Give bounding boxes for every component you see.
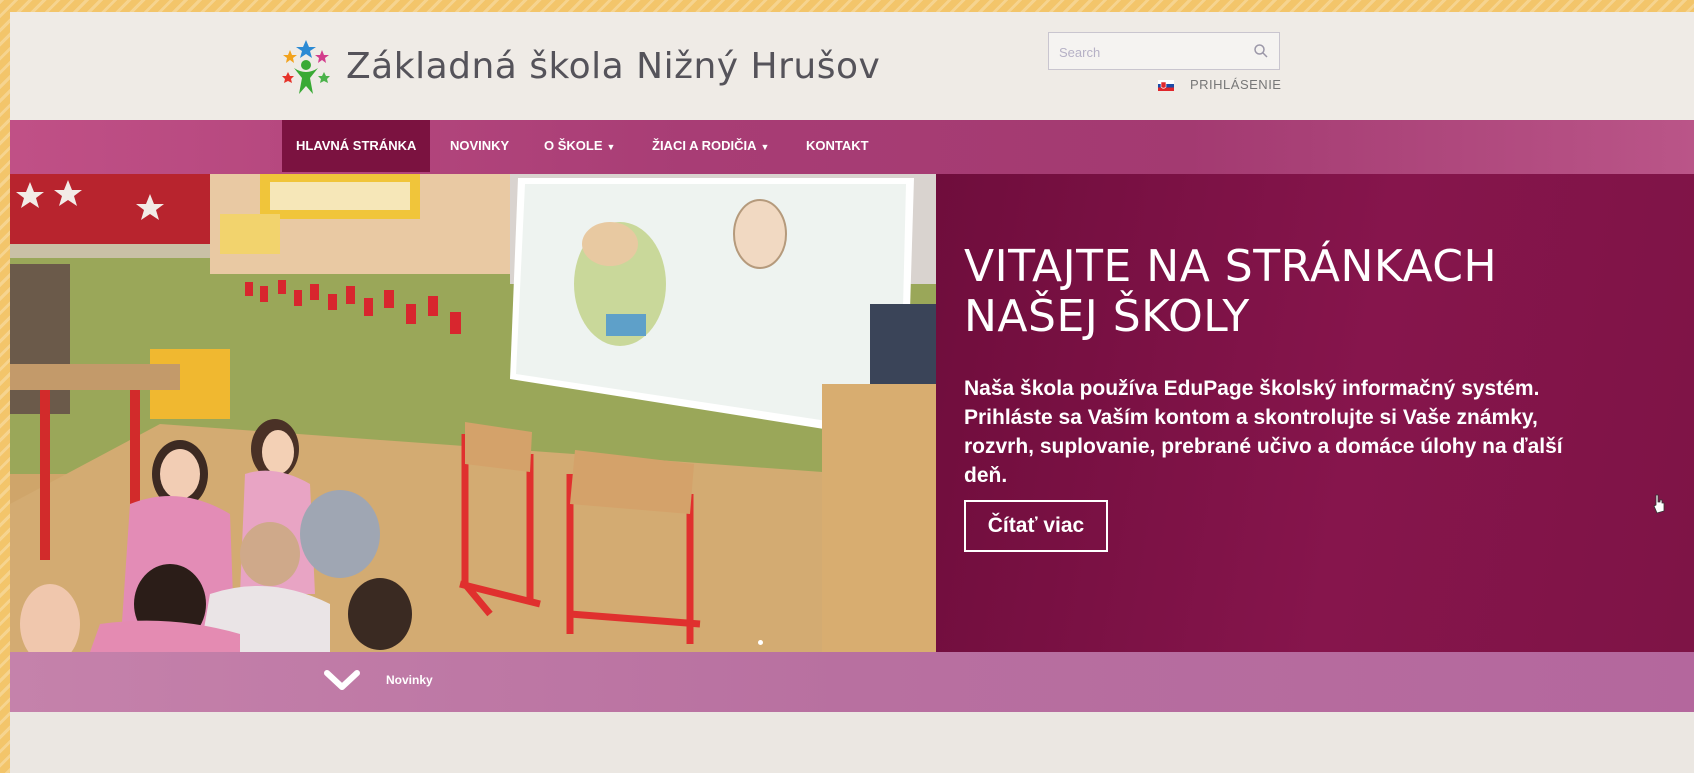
main-navigation: HLAVNÁ STRÁNKA NOVINKY O ŠKOLE ▼ ŽIACI A … bbox=[10, 120, 1694, 176]
news-section-link[interactable]: Novinky bbox=[386, 673, 433, 687]
login-link[interactable]: PRIHLÁSENIE bbox=[1190, 77, 1281, 92]
read-more-button[interactable]: Čítať viac bbox=[964, 500, 1108, 552]
slide-dot-1[interactable] bbox=[758, 640, 763, 645]
caret-down-icon: ▼ bbox=[760, 142, 770, 152]
caret-down-icon: ▼ bbox=[606, 142, 616, 152]
search-icon[interactable] bbox=[1253, 43, 1269, 59]
browser-screen: Základná škola Nižný Hrušov PRIHLÁSENIE … bbox=[10, 12, 1694, 773]
chevron-down-icon[interactable] bbox=[324, 670, 360, 692]
nav-item-contact[interactable]: KONTAKT bbox=[792, 120, 883, 172]
slovak-flag-icon[interactable] bbox=[1158, 80, 1174, 91]
nav-item-home[interactable]: HLAVNÁ STRÁNKA bbox=[282, 120, 431, 172]
hero-title: VITAJTE NA STRÁNKACH NAŠEJ ŠKOLY bbox=[964, 241, 1498, 342]
search-input[interactable] bbox=[1057, 41, 1241, 63]
nav-item-news[interactable]: NOVINKY bbox=[436, 120, 523, 172]
page-body-strip bbox=[10, 712, 1694, 773]
nav-item-label: KONTAKT bbox=[806, 138, 869, 153]
section-bar: Novinky bbox=[10, 652, 1694, 712]
mouse-cursor-icon bbox=[1653, 494, 1665, 514]
nav-item-label: NOVINKY bbox=[450, 138, 510, 153]
hero-content-panel: VITAJTE NA STRÁNKACH NAŠEJ ŠKOLY Naša šk… bbox=[936, 174, 1694, 652]
school-logo-icon[interactable] bbox=[280, 38, 332, 96]
nav-item-label: HLAVNÁ STRÁNKA bbox=[296, 138, 417, 153]
nav-item-label: O ŠKOLE bbox=[544, 138, 603, 153]
hero-description: Naša škola používa EduPage školský infor… bbox=[964, 377, 1563, 487]
nav-item-students-parents[interactable]: ŽIACI A RODIČIA ▼ bbox=[638, 120, 783, 172]
nav-item-label: ŽIACI A RODIČIA bbox=[652, 138, 757, 153]
hero-slide-image bbox=[10, 174, 936, 652]
site-title[interactable]: Základná škola Nižný Hrušov bbox=[346, 46, 880, 87]
nav-item-about-school[interactable]: O ŠKOLE ▼ bbox=[530, 120, 629, 172]
site-header: Základná škola Nižný Hrušov PRIHLÁSENIE bbox=[10, 12, 1694, 120]
search-box bbox=[1048, 32, 1280, 70]
